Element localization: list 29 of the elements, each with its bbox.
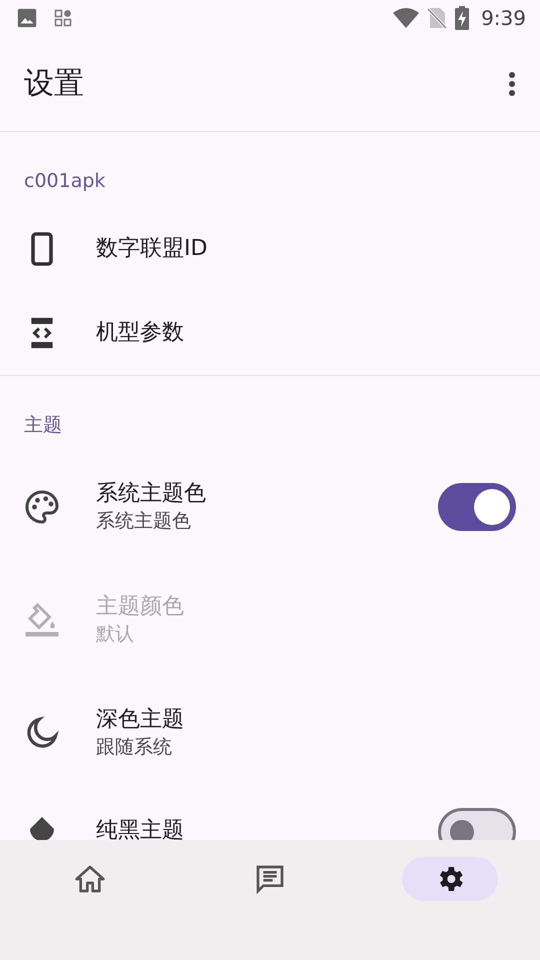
battery-charging-icon xyxy=(455,6,470,30)
toggle-switch[interactable] xyxy=(438,483,516,532)
image-icon xyxy=(16,7,38,29)
item-title: 机型参数 xyxy=(96,318,185,346)
section-header: c001apk xyxy=(23,169,106,194)
item-title: 数字联盟ID xyxy=(96,234,208,262)
settings-item[interactable]: 数字联盟ID xyxy=(0,206,540,291)
settings-item[interactable]: 系统主题色 系统主题色 xyxy=(0,450,540,564)
message-icon xyxy=(254,863,286,895)
wifi-icon xyxy=(393,7,420,29)
nav-tab[interactable] xyxy=(402,857,498,901)
clock: 9:39 xyxy=(481,5,526,32)
item-summary: 跟随系统 xyxy=(96,735,173,760)
palette-icon xyxy=(24,489,60,526)
item-title: 深色主题 xyxy=(96,706,185,734)
item-summary: 默认 xyxy=(96,622,135,648)
section-header: 主题 xyxy=(23,412,63,438)
more-icon xyxy=(508,70,516,96)
item-title: 主题颜色 xyxy=(96,592,185,620)
settings-item[interactable]: 深色主题 跟随系统 xyxy=(0,676,540,790)
item-title: 纯黑主题 xyxy=(96,817,185,840)
settings-item[interactable]: 机型参数 xyxy=(0,290,540,375)
paint-bucket-icon xyxy=(24,602,60,638)
apps-icon xyxy=(54,9,72,27)
page-title: 设置 xyxy=(24,65,84,103)
item-summary: 系统主题色 xyxy=(96,509,192,534)
no-sim-icon xyxy=(427,7,448,29)
home-icon xyxy=(74,863,106,895)
item-title: 系统主题色 xyxy=(96,480,207,508)
